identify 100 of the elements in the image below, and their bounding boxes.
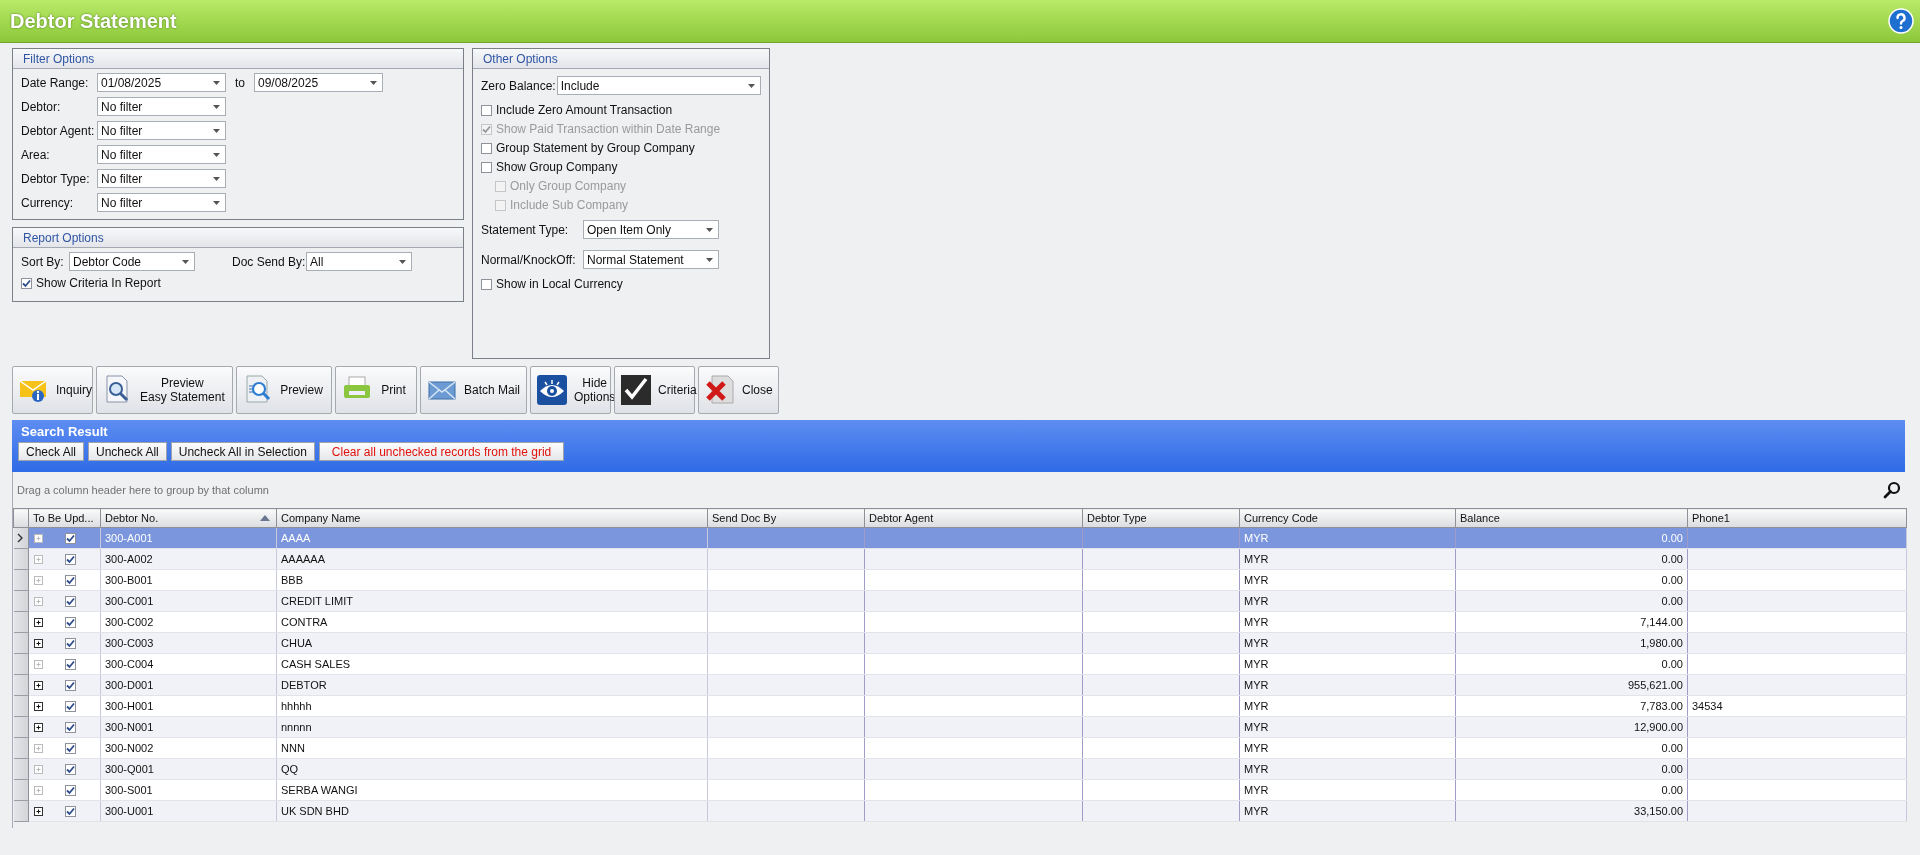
expand-icon[interactable] [34,618,43,628]
expand-icon[interactable] [34,681,43,691]
toolbar-button[interactable]: Print [335,366,417,414]
table-cell: MYR [1239,548,1456,570]
toolbar-button[interactable]: Inquiry [12,366,93,414]
column-header[interactable]: To Be Upd... [28,508,101,528]
field-label: Sort By: [21,254,65,269]
table-cell: BBB [276,569,708,591]
expand-icon[interactable] [34,702,43,712]
column-header[interactable]: Currency Code [1239,508,1456,528]
table-cell: 300-A002 [100,548,277,570]
table-cell: 0.00 [1455,737,1688,759]
checkbox[interactable] [65,785,76,797]
checkbox[interactable] [65,806,76,818]
expand-icon[interactable] [34,639,43,649]
toolbar-button[interactable]: Batch Mail [420,366,527,414]
dropdown[interactable]: No filter [97,121,226,140]
field-label: Debtor Type: [21,171,91,186]
caret-icon [213,80,220,85]
table-cell: DEBTOR [276,674,708,696]
expand-icon[interactable] [34,723,43,733]
expand-icon[interactable] [34,807,43,817]
column-header[interactable]: Phone1 [1687,508,1907,528]
table-cell: MYR [1239,569,1456,591]
dropdown[interactable]: No filter [97,97,226,116]
checkbox[interactable] [481,161,492,173]
checkbox[interactable] [65,743,76,755]
table-cell: 0.00 [1455,779,1688,801]
checkbox[interactable] [65,680,76,692]
checkbox-label: Only Group Company [510,179,627,193]
help-icon[interactable] [1888,8,1914,34]
dropdown[interactable]: 01/08/2025 [97,73,226,92]
checkbox[interactable] [65,764,76,776]
checkbox[interactable] [65,638,76,650]
checkbox[interactable] [65,659,76,671]
action-button[interactable]: Clear all unchecked records from the grid [318,442,565,461]
toolbar-button[interactable]: Close [698,366,779,414]
table-cell: 0.00 [1455,548,1688,570]
table-cell: 0.00 [1455,569,1688,591]
checkbox-label: Include Sub Company [510,198,629,212]
checkbox-label: Show Group Company [496,160,618,174]
caret-icon [213,176,220,181]
dropdown[interactable]: All [306,252,412,271]
checkbox-label: Show Paid Transaction within Date Range [496,122,721,136]
dropdown[interactable]: 09/08/2025 [254,73,383,92]
caret-icon [399,259,406,264]
toolbar-button[interactable]: Criteria [614,366,695,414]
checkbox[interactable] [65,533,76,545]
checkbox-label: Show in Local Currency [496,277,623,291]
action-button[interactable]: Uncheck All in Selection [170,442,315,461]
caret-icon [706,227,713,232]
checkbox[interactable] [481,104,492,116]
checkbox[interactable] [21,277,32,289]
close-icon [704,374,736,406]
search-icon[interactable] [1883,481,1901,499]
table-cell: QQ [276,758,708,780]
column-header[interactable]: Company Name [276,508,708,528]
table-cell: MYR [1239,590,1456,612]
action-button[interactable]: Uncheck All [88,442,167,461]
checkbox[interactable] [481,142,492,154]
column-header[interactable]: Debtor No. [100,508,277,528]
table-cell: 300-U001 [100,800,277,822]
dropdown[interactable]: No filter [97,169,226,188]
dropdown[interactable]: Normal Statement [583,250,719,269]
checkbox[interactable] [65,701,76,713]
field-label: Normal/KnockOff: [481,252,577,267]
checkbox[interactable] [65,722,76,734]
dropdown[interactable]: No filter [97,193,226,212]
table-cell: 300-B001 [100,569,277,591]
column-header[interactable]: Debtor Type [1082,508,1240,528]
checkbox[interactable] [65,596,76,608]
toolbar-button[interactable]: Preview [236,366,332,414]
table-cell: UK SDN BHD [276,800,708,822]
field-label: Area: [21,147,51,162]
table-cell: nnnnn [276,716,708,738]
field-label: Doc Send By: [231,254,306,269]
checkbox[interactable] [481,278,492,290]
table-cell: CREDIT LIMIT [276,590,708,612]
action-button[interactable]: Check All [18,442,85,461]
row-indicator[interactable] [13,527,29,549]
checkbox[interactable] [65,617,76,629]
table-cell: MYR [1239,758,1456,780]
toolbar-button[interactable]: Preview Easy Statement [96,366,233,414]
table-cell: MYR [1239,653,1456,675]
caret-icon [213,152,220,157]
column-header[interactable]: Balance [1455,508,1688,528]
dropdown[interactable]: Open Item Only [583,220,719,239]
column-header[interactable]: Send Doc By [707,508,865,528]
table-cell: MYR [1239,674,1456,696]
column-header[interactable]: Debtor Agent [864,508,1083,528]
field-label: Currency: [21,195,74,210]
table-cell: MYR [1239,779,1456,801]
checkbox[interactable] [65,575,76,587]
dropdown[interactable]: Debtor Code [69,252,195,271]
dropdown[interactable]: No filter [97,145,226,164]
dropdown[interactable]: Include [556,76,761,95]
caret-icon [706,257,713,262]
checkbox[interactable] [65,554,76,566]
panel-title: Other Options [483,51,558,66]
table-cell: 0.00 [1455,758,1688,780]
